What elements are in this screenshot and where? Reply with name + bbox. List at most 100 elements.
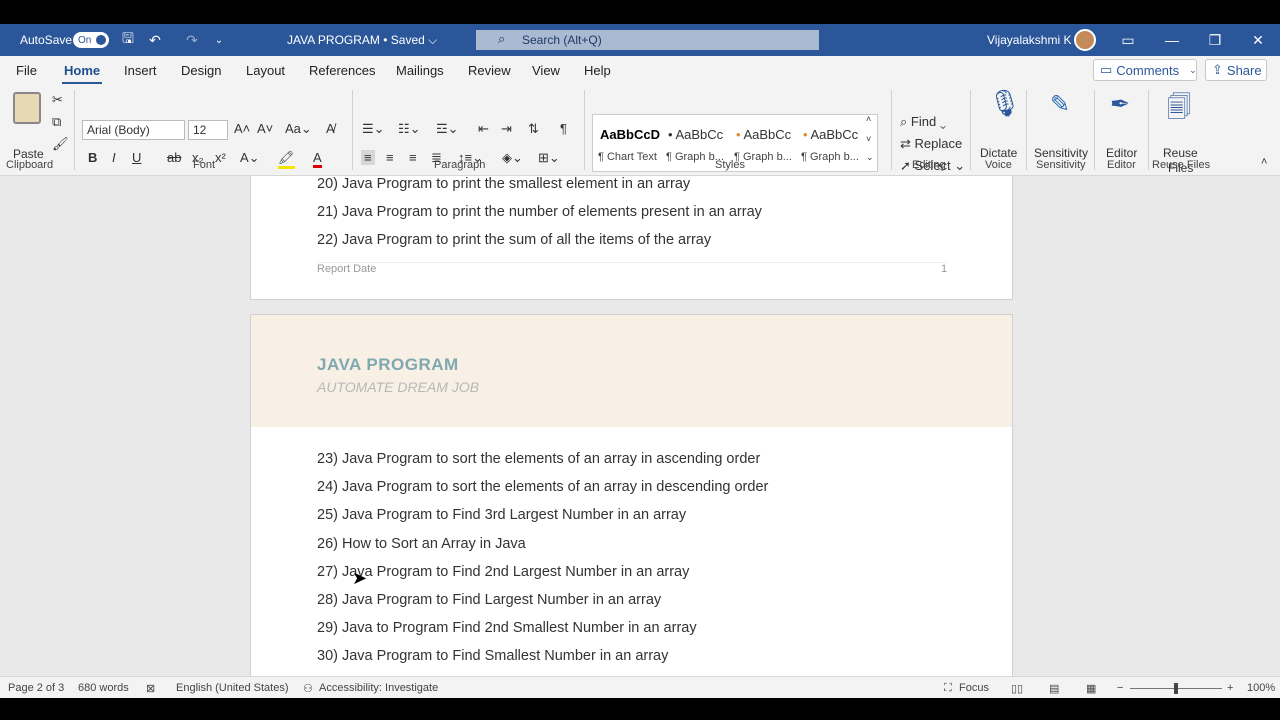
format-painter-icon[interactable]: 🖌 <box>52 136 69 152</box>
borders-icon[interactable]: ⊞⌄ <box>538 150 560 166</box>
style-preview[interactable]: AaBbCcD <box>600 127 660 142</box>
editor-button[interactable]: Editor <box>1106 146 1137 160</box>
autosave-toggle[interactable]: On <box>73 32 109 48</box>
close-icon[interactable]: ✕ <box>1235 24 1280 56</box>
tab-mailings[interactable]: Mailings <box>396 63 444 78</box>
tab-insert[interactable]: Insert <box>124 63 157 78</box>
strikethrough-icon[interactable]: ab <box>167 150 181 165</box>
list-item[interactable]: 29) Java to Program Find 2nd Smallest Nu… <box>317 620 697 636</box>
accessibility-status[interactable]: Accessibility: Investigate <box>319 682 438 694</box>
superscript-icon[interactable]: x² <box>215 150 226 165</box>
zoom-slider-thumb[interactable] <box>1174 683 1178 694</box>
highlight-icon[interactable]: 🖍 <box>278 150 295 169</box>
copy-icon[interactable]: ⧉ <box>52 114 61 130</box>
tab-help[interactable]: Help <box>584 63 611 78</box>
grow-font-icon[interactable]: A˄ <box>234 121 250 136</box>
undo-icon[interactable]: ↶ <box>146 24 164 56</box>
change-case-icon[interactable]: Aa⌄ <box>285 121 312 137</box>
paste-icon[interactable] <box>13 92 41 124</box>
tab-references[interactable]: References <box>309 63 375 78</box>
list-item[interactable]: 27) Java Program to Find 2nd Largest Num… <box>317 564 689 580</box>
share-button[interactable]: ⇪ Share <box>1205 59 1267 81</box>
list-item[interactable]: 26) How to Sort an Array in Java <box>317 536 526 552</box>
focus-mode-button[interactable]: Focus <box>959 682 989 694</box>
shading-icon[interactable]: ◈⌄ <box>502 150 523 166</box>
proofing-icon[interactable]: ⊠ <box>146 682 155 695</box>
sort-icon[interactable]: ⇅ <box>528 121 539 137</box>
page-count[interactable]: Page 2 of 3 <box>8 682 64 694</box>
numbering-icon[interactable]: ☷⌄ <box>398 121 421 137</box>
list-item[interactable]: 28) Java Program to Find Largest Number … <box>317 592 661 608</box>
tab-layout[interactable]: Layout <box>246 63 285 78</box>
text-effects-icon[interactable]: A⌄ <box>240 150 260 166</box>
replace-button[interactable]: ⇄ Replace <box>900 136 962 152</box>
comments-button[interactable]: ▭ Comments ⌄ <box>1093 59 1197 81</box>
style-name[interactable]: ¶ Chart Text <box>598 151 657 163</box>
restore-icon[interactable]: ❐ <box>1192 24 1238 56</box>
customize-quick-access-icon[interactable]: ⌄ <box>210 24 228 56</box>
ribbon-display-icon[interactable]: ▭ <box>1119 24 1137 56</box>
save-icon[interactable]: 🖫 <box>119 24 137 56</box>
find-button[interactable]: ⌕ Find ⌄ <box>900 114 946 130</box>
align-center-icon[interactable]: ≡ <box>386 150 394 165</box>
reuse-files-button[interactable]: Reuse <box>1163 146 1198 160</box>
styles-more-icon[interactable]: ⌄ <box>866 152 874 163</box>
document-title[interactable]: JAVA PROGRAM • Saved ⌵ <box>287 24 437 56</box>
tab-home[interactable]: Home <box>61 63 103 85</box>
underline-icon[interactable]: U <box>132 150 141 165</box>
word-count[interactable]: 680 words <box>78 682 129 694</box>
list-item[interactable]: 24) Java Program to sort the elements of… <box>317 479 768 495</box>
styles-scroll-down-icon[interactable]: ˅ <box>866 134 871 144</box>
list-item[interactable]: 30) Java Program to Find Smallest Number… <box>317 648 668 664</box>
tab-view[interactable]: View <box>532 63 560 78</box>
language[interactable]: English (United States) <box>176 682 289 694</box>
search-box[interactable]: ⌕ Search (Alt+Q) <box>476 30 819 50</box>
align-right-icon[interactable]: ≡ <box>409 150 417 165</box>
sensitivity-button[interactable]: Sensitivity <box>1034 146 1088 160</box>
bullets-icon[interactable]: ☰⌄ <box>362 121 385 137</box>
align-left-icon[interactable]: ≡ <box>361 150 375 165</box>
shrink-font-icon[interactable]: A˅ <box>257 121 273 136</box>
read-mode-icon[interactable]: ▯▯ <box>1011 682 1023 695</box>
clear-formatting-icon[interactable]: A̸ <box>326 121 335 136</box>
show-formatting-icon[interactable]: ¶ <box>560 121 567 136</box>
collapse-ribbon-icon[interactable]: ˄ <box>1261 156 1267 168</box>
sensitivity-icon[interactable]: ✎ <box>1050 90 1070 119</box>
zoom-level[interactable]: 100% <box>1247 682 1275 694</box>
redo-icon[interactable]: ↷ <box>183 24 201 56</box>
list-item[interactable]: 21) Java Program to print the number of … <box>317 204 762 220</box>
list-item[interactable]: 25) Java Program to Find 3rd Largest Num… <box>317 507 686 523</box>
microphone-icon[interactable]: 🎙 <box>988 88 1021 119</box>
header-subtitle[interactable]: AUTOMATE DREAM JOB <box>317 379 479 395</box>
tab-review[interactable]: Review <box>468 63 511 78</box>
styles-scroll-up-icon[interactable]: ˄ <box>866 114 871 124</box>
font-color-icon[interactable]: A <box>313 150 322 168</box>
list-item[interactable]: 22) Java Program to print the sum of all… <box>317 232 711 248</box>
user-name[interactable]: Vijayalakshmi K <box>987 24 1071 56</box>
web-layout-icon[interactable]: ▦ <box>1086 682 1096 695</box>
reuse-files-icon[interactable]: 🗐 <box>1167 90 1191 131</box>
editor-pen-icon[interactable]: ✒ <box>1110 90 1130 119</box>
tab-design[interactable]: Design <box>181 63 221 78</box>
minimize-icon[interactable]: — <box>1149 24 1195 56</box>
style-name[interactable]: ¶ Graph b... <box>801 151 859 163</box>
print-layout-icon[interactable]: ▤ <box>1049 682 1059 695</box>
font-name-select[interactable]: Arial (Body) <box>82 120 185 140</box>
decrease-indent-icon[interactable]: ⇤ <box>478 121 489 137</box>
cut-icon[interactable]: ✂ <box>52 92 63 108</box>
zoom-out-icon[interactable]: − <box>1117 682 1123 694</box>
dictate-button[interactable]: Dictate <box>980 146 1017 160</box>
list-item[interactable]: 20) Java Program to print the smallest e… <box>317 176 690 192</box>
style-preview[interactable]: • AaBbCc <box>736 127 791 142</box>
italic-icon[interactable]: I <box>112 150 116 165</box>
zoom-in-icon[interactable]: + <box>1227 682 1233 694</box>
bold-icon[interactable]: B <box>88 150 97 165</box>
increase-indent-icon[interactable]: ⇥ <box>501 121 512 137</box>
tab-file[interactable]: File <box>16 63 37 78</box>
font-size-select[interactable]: 12 <box>188 120 228 140</box>
style-preview[interactable]: • AaBbCc <box>803 127 858 142</box>
header-title[interactable]: JAVA PROGRAM <box>317 355 459 375</box>
avatar[interactable] <box>1074 29 1096 51</box>
style-preview[interactable]: • AaBbCc <box>668 127 723 142</box>
list-item[interactable]: 23) Java Program to sort the elements of… <box>317 451 760 467</box>
